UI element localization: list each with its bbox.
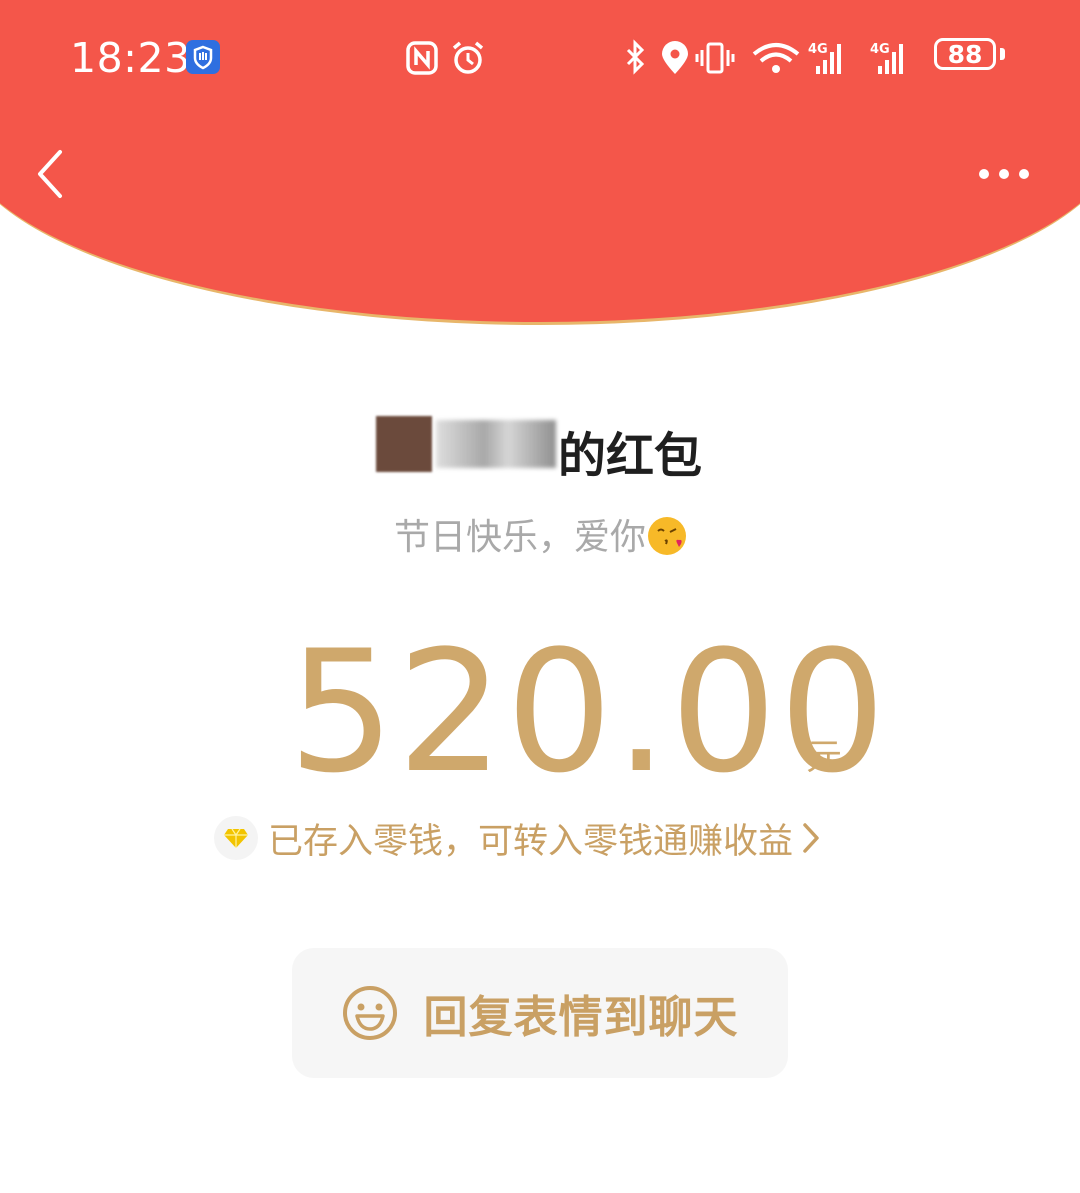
alarm-icon	[452, 41, 484, 74]
status-right-icons: 4G 4G	[622, 36, 932, 84]
status-center-icons	[406, 40, 496, 80]
back-button[interactable]	[30, 146, 70, 202]
sender-name-blurred	[436, 420, 556, 468]
wifi-icon	[752, 43, 800, 73]
more-options-button[interactable]	[972, 158, 1036, 190]
app-shield-icon	[186, 40, 220, 74]
status-time: 18:23	[70, 34, 191, 82]
svg-text:4G: 4G	[808, 42, 828, 57]
reply-sticker-label: 回复表情到聊天	[423, 992, 739, 1043]
more-dots-icon	[979, 169, 1029, 179]
sender-title-suffix: 的红包	[558, 428, 703, 484]
wallet-notice-text: 已存入零钱，可转入零钱通赚收益	[268, 821, 794, 862]
chevron-right-icon	[803, 823, 819, 853]
battery-tip	[1000, 48, 1005, 60]
sender-title: 的红包	[0, 412, 1080, 484]
svg-text:4G: 4G	[870, 42, 890, 57]
greeting-text: 节日快乐，爱你	[393, 517, 646, 558]
bluetooth-icon	[626, 39, 645, 75]
diamond-icon	[214, 816, 258, 860]
reply-sticker-button[interactable]: 回复表情到聊天	[292, 948, 788, 1078]
vibrate-icon	[695, 42, 735, 74]
nfc-icon	[406, 41, 438, 75]
location-icon	[662, 41, 688, 74]
smile-icon	[342, 986, 397, 1040]
wallet-notice-link[interactable]: 已存入零钱，可转入零钱通赚收益	[214, 810, 821, 866]
battery-icon: 88	[934, 38, 996, 70]
kiss-emoji-icon	[648, 517, 686, 555]
signal-4g-icon: 4G	[808, 42, 841, 74]
status-bar: 18:23 4G 4G 88	[0, 28, 1080, 88]
chevron-left-icon	[38, 150, 62, 198]
greeting-message: 节日快乐，爱你	[0, 508, 1080, 560]
amount-value: 520.00	[288, 614, 888, 810]
sender-avatar-blurred	[376, 416, 432, 472]
red-packet-detail-page: 18:23 4G 4G 88 的红包 节日快乐，爱你 520.00 元 已存入零…	[0, 0, 1080, 1193]
amount-unit: 元	[806, 737, 843, 778]
signal-4g-icon: 4G	[870, 42, 903, 74]
